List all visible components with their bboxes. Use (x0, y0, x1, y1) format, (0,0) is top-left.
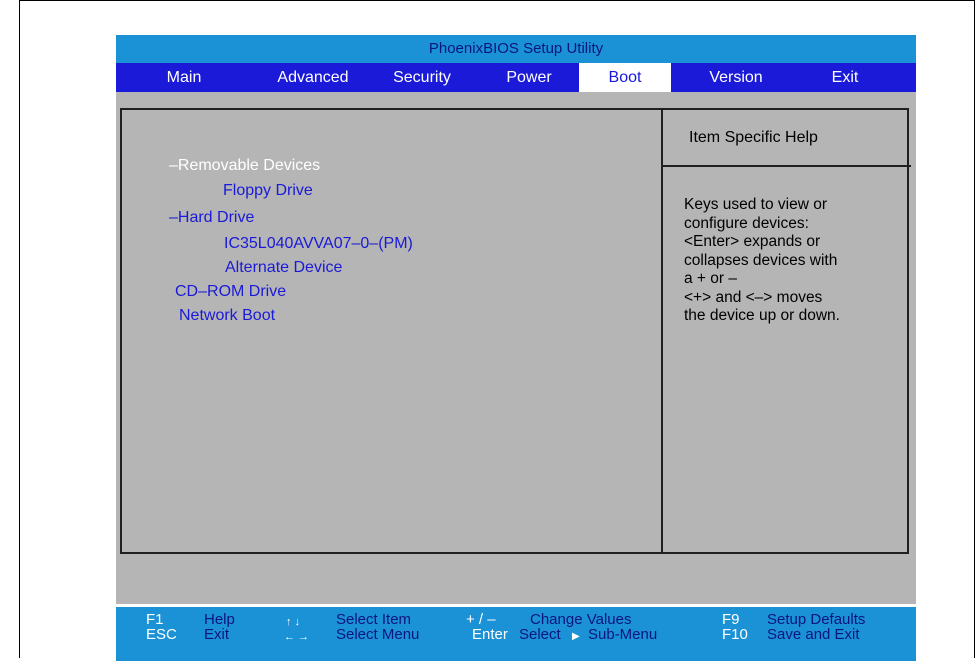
menu-main[interactable]: Main (149, 63, 219, 92)
desc-select-menu: Select Menu (336, 626, 420, 643)
help-line: <Enter> expands or (684, 233, 821, 250)
boot-cdrom-drive[interactable]: CD–ROM Drive (175, 283, 286, 301)
desc-exit: Exit (204, 626, 230, 643)
desc-select-prefix: Select (519, 626, 561, 643)
help-line: collapses devices with (684, 251, 838, 269)
content-box: Item Specific Help Keys used to view or … (120, 108, 911, 554)
vertical-divider (661, 110, 663, 552)
key-esc: ESC (146, 626, 177, 643)
help-divider (661, 165, 911, 167)
status-bar: F1 Help ESC Exit ↑ ↓ Select Item ← → Sel… (116, 607, 916, 661)
desc-sub-menu: Sub-Menu (588, 626, 658, 643)
help-text: Keys used to view or configure devices: … (684, 196, 894, 326)
content-area: Item Specific Help Keys used to view or … (116, 92, 916, 661)
menu-advanced[interactable]: Advanced (263, 63, 363, 92)
help-line: a + or – (684, 270, 737, 287)
boot-removable-devices[interactable]: –Removable Devices (169, 157, 320, 175)
desc-save-exit: Save and Exit (767, 626, 860, 643)
help-line: the device up or down. (684, 307, 840, 324)
leftright-arrows-icon: ← → (284, 631, 310, 643)
boot-network-boot[interactable]: Network Boot (179, 307, 275, 325)
boot-alternate-device[interactable]: Alternate Device (225, 259, 342, 277)
help-title: Item Specific Help (689, 129, 818, 146)
boot-ic35-drive[interactable]: IC35L040AVVA07–0–(PM) (224, 235, 413, 253)
menu-power[interactable]: Power (494, 63, 564, 92)
key-enter: Enter (472, 626, 508, 643)
key-f10: F10 (722, 626, 748, 643)
menu-version[interactable]: Version (686, 63, 786, 92)
menu-boot[interactable]: Boot (579, 63, 671, 92)
help-line: Keys used to view or (684, 196, 828, 213)
menu-exit[interactable]: Exit (810, 63, 880, 92)
updown-arrows-icon: ↑ ↓ (286, 616, 301, 628)
help-line: configure devices: (684, 214, 809, 232)
menu-bar: Main Advanced Security Power Boot Versio… (116, 63, 916, 92)
app-title: PhoenixBIOS Setup Utility (116, 35, 916, 63)
help-line: <+> and <–> moves (684, 288, 823, 306)
submenu-arrow-icon: ▶ (572, 631, 580, 642)
boot-hard-drive[interactable]: –Hard Drive (169, 209, 254, 227)
boot-floppy-drive[interactable]: Floppy Drive (223, 182, 313, 200)
menu-security[interactable]: Security (382, 63, 462, 92)
